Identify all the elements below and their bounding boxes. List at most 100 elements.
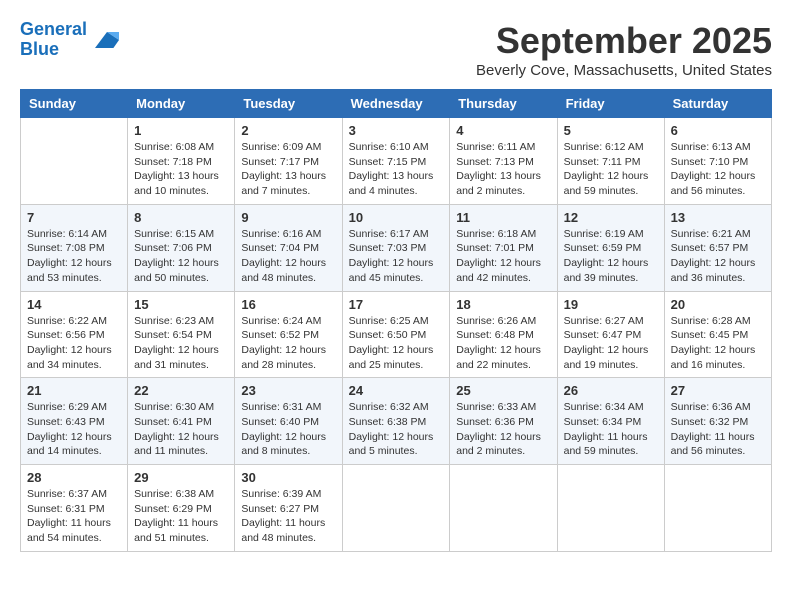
- calendar-body: 1Sunrise: 6:08 AM Sunset: 7:18 PM Daylig…: [21, 118, 772, 552]
- day-number: 28: [27, 470, 121, 485]
- day-number: 30: [241, 470, 335, 485]
- cell-text: Sunrise: 6:14 AM Sunset: 7:08 PM Dayligh…: [27, 228, 112, 284]
- cell-text: Sunrise: 6:36 AM Sunset: 6:32 PM Dayligh…: [671, 401, 755, 457]
- day-number: 6: [671, 123, 765, 138]
- logo-line1: General: [20, 19, 87, 39]
- calendar-cell: 20 Sunrise: 6:28 AM Sunset: 6:45 PM Dayli…: [664, 291, 771, 378]
- cell-text: Sunrise: 6:10 AM Sunset: 7:15 PM Dayligh…: [349, 141, 434, 197]
- cell-text: Sunrise: 6:21 AM Sunset: 6:57 PM Dayligh…: [671, 228, 756, 284]
- calendar-cell: 19 Sunrise: 6:27 AM Sunset: 6:47 PM Dayli…: [557, 291, 664, 378]
- cell-text: Sunrise: 6:13 AM Sunset: 7:10 PM Dayligh…: [671, 141, 756, 197]
- calendar-cell: 27 Sunrise: 6:36 AM Sunset: 6:32 PM Dayli…: [664, 378, 771, 465]
- day-number: 18: [456, 297, 550, 312]
- cell-text: Sunrise: 6:30 AM Sunset: 6:41 PM Dayligh…: [134, 401, 219, 457]
- cell-text: Sunrise: 6:29 AM Sunset: 6:43 PM Dayligh…: [27, 401, 112, 457]
- day-number: 14: [27, 297, 121, 312]
- calendar-cell: 1Sunrise: 6:08 AM Sunset: 7:18 PM Daylig…: [128, 118, 235, 205]
- day-number: 3: [349, 123, 444, 138]
- day-number: 13: [671, 210, 765, 225]
- calendar-cell: 2 Sunrise: 6:09 AM Sunset: 7:17 PM Daylig…: [235, 118, 342, 205]
- calendar-cell: 18 Sunrise: 6:26 AM Sunset: 6:48 PM Dayli…: [450, 291, 557, 378]
- day-number: 26: [564, 383, 658, 398]
- day-header-monday: Monday: [128, 90, 235, 118]
- day-number: 5: [564, 123, 658, 138]
- calendar-cell: 4 Sunrise: 6:11 AM Sunset: 7:13 PM Daylig…: [450, 118, 557, 205]
- day-number: 27: [671, 383, 765, 398]
- calendar-cell: 9 Sunrise: 6:16 AM Sunset: 7:04 PM Daylig…: [235, 204, 342, 291]
- day-number: 20: [671, 297, 765, 312]
- cell-text: Sunrise: 6:25 AM Sunset: 6:50 PM Dayligh…: [349, 315, 434, 371]
- day-number: 22: [134, 383, 228, 398]
- day-number: 10: [349, 210, 444, 225]
- calendar-cell: [664, 465, 771, 552]
- cell-text: Sunrise: 6:23 AM Sunset: 6:54 PM Dayligh…: [134, 315, 219, 371]
- calendar-cell: [342, 465, 450, 552]
- calendar-cell: 3 Sunrise: 6:10 AM Sunset: 7:15 PM Daylig…: [342, 118, 450, 205]
- day-number: 19: [564, 297, 658, 312]
- logo-line2: Blue: [20, 39, 59, 59]
- calendar-cell: 5 Sunrise: 6:12 AM Sunset: 7:11 PM Daylig…: [557, 118, 664, 205]
- day-number: 23: [241, 383, 335, 398]
- day-number: 9: [241, 210, 335, 225]
- calendar-cell: 14Sunrise: 6:22 AM Sunset: 6:56 PM Dayli…: [21, 291, 128, 378]
- calendar-cell: 30Sunrise: 6:39 AM Sunset: 6:27 PM Dayli…: [235, 465, 342, 552]
- cell-text: Sunrise: 6:16 AM Sunset: 7:04 PM Dayligh…: [241, 228, 326, 284]
- calendar-cell: 23Sunrise: 6:31 AM Sunset: 6:40 PM Dayli…: [235, 378, 342, 465]
- calendar-cell: 17 Sunrise: 6:25 AM Sunset: 6:50 PM Dayli…: [342, 291, 450, 378]
- day-number: 24: [349, 383, 444, 398]
- day-header-thursday: Thursday: [450, 90, 557, 118]
- calendar-cell: 6 Sunrise: 6:13 AM Sunset: 7:10 PM Daylig…: [664, 118, 771, 205]
- cell-text: Sunrise: 6:17 AM Sunset: 7:03 PM Dayligh…: [349, 228, 434, 284]
- calendar-week-row: 21 Sunrise: 6:29 AM Sunset: 6:43 PM Dayli…: [21, 378, 772, 465]
- cell-text: Sunrise: 6:28 AM Sunset: 6:45 PM Dayligh…: [671, 315, 756, 371]
- day-number: 4: [456, 123, 550, 138]
- day-number: 8: [134, 210, 228, 225]
- day-number: 29: [134, 470, 228, 485]
- cell-text: Sunrise: 6:26 AM Sunset: 6:48 PM Dayligh…: [456, 315, 541, 371]
- day-number: 12: [564, 210, 658, 225]
- cell-text: Sunrise: 6:27 AM Sunset: 6:47 PM Dayligh…: [564, 315, 649, 371]
- calendar-cell: 25 Sunrise: 6:33 AM Sunset: 6:36 PM Dayli…: [450, 378, 557, 465]
- calendar-cell: 8Sunrise: 6:15 AM Sunset: 7:06 PM Daylig…: [128, 204, 235, 291]
- day-number: 21: [27, 383, 121, 398]
- day-number: 16: [241, 297, 335, 312]
- cell-text: Sunrise: 6:34 AM Sunset: 6:34 PM Dayligh…: [564, 401, 648, 457]
- calendar-cell: 22 Sunrise: 6:30 AM Sunset: 6:41 PM Dayli…: [128, 378, 235, 465]
- day-number: 7: [27, 210, 121, 225]
- page-header: General Blue September 2025 Beverly Cove…: [20, 20, 772, 79]
- calendar-week-row: 7 Sunrise: 6:14 AM Sunset: 7:08 PM Daylig…: [21, 204, 772, 291]
- day-header-wednesday: Wednesday: [342, 90, 450, 118]
- day-number: 2: [241, 123, 335, 138]
- calendar-cell: [21, 118, 128, 205]
- calendar-header-row: SundayMondayTuesdayWednesdayThursdayFrid…: [21, 90, 772, 118]
- calendar-cell: 15Sunrise: 6:23 AM Sunset: 6:54 PM Dayli…: [128, 291, 235, 378]
- calendar-cell: 21 Sunrise: 6:29 AM Sunset: 6:43 PM Dayli…: [21, 378, 128, 465]
- calendar-table: SundayMondayTuesdayWednesdayThursdayFrid…: [20, 89, 772, 552]
- cell-text: Sunrise: 6:12 AM Sunset: 7:11 PM Dayligh…: [564, 141, 649, 197]
- calendar-cell: 10 Sunrise: 6:17 AM Sunset: 7:03 PM Dayli…: [342, 204, 450, 291]
- day-number: 17: [349, 297, 444, 312]
- day-header-sunday: Sunday: [21, 90, 128, 118]
- cell-text: Sunrise: 6:09 AM Sunset: 7:17 PM Dayligh…: [241, 141, 326, 197]
- cell-text: Sunrise: 6:24 AM Sunset: 6:52 PM Dayligh…: [241, 315, 326, 371]
- logo-icon: [91, 24, 123, 56]
- location: Beverly Cove, Massachusetts, United Stat…: [476, 62, 772, 79]
- cell-text: Sunrise: 6:11 AM Sunset: 7:13 PM Dayligh…: [456, 141, 541, 197]
- cell-text: Sunrise: 6:33 AM Sunset: 6:36 PM Dayligh…: [456, 401, 541, 457]
- calendar-week-row: 14Sunrise: 6:22 AM Sunset: 6:56 PM Dayli…: [21, 291, 772, 378]
- day-header-saturday: Saturday: [664, 90, 771, 118]
- cell-text: Sunrise: 6:38 AM Sunset: 6:29 PM Dayligh…: [134, 488, 218, 544]
- day-number: 11: [456, 210, 550, 225]
- title-area: September 2025 Beverly Cove, Massachuset…: [476, 20, 772, 79]
- calendar-week-row: 28 Sunrise: 6:37 AM Sunset: 6:31 PM Dayli…: [21, 465, 772, 552]
- cell-text: Sunrise: 6:37 AM Sunset: 6:31 PM Dayligh…: [27, 488, 111, 544]
- logo-text: General Blue: [20, 20, 87, 60]
- calendar-cell: 13 Sunrise: 6:21 AM Sunset: 6:57 PM Dayli…: [664, 204, 771, 291]
- calendar-cell: 24Sunrise: 6:32 AM Sunset: 6:38 PM Dayli…: [342, 378, 450, 465]
- day-number: 25: [456, 383, 550, 398]
- calendar-cell: 7 Sunrise: 6:14 AM Sunset: 7:08 PM Daylig…: [21, 204, 128, 291]
- calendar-cell: 16 Sunrise: 6:24 AM Sunset: 6:52 PM Dayli…: [235, 291, 342, 378]
- day-number: 1: [134, 123, 228, 138]
- day-header-friday: Friday: [557, 90, 664, 118]
- calendar-cell: 28 Sunrise: 6:37 AM Sunset: 6:31 PM Dayli…: [21, 465, 128, 552]
